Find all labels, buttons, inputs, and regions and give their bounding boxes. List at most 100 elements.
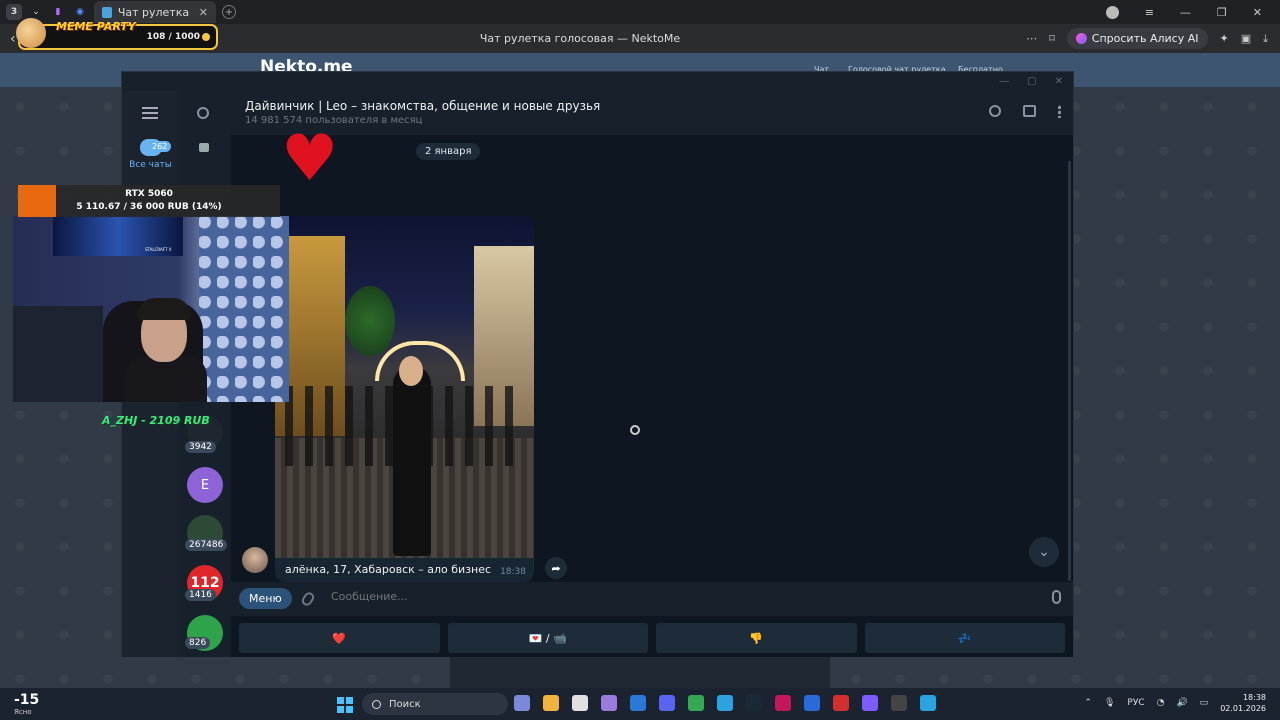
heart-sticker-icon: ♥ [281,122,339,196]
folder-label: Все чаты [129,160,172,170]
twitch-tab-icon[interactable]: ▮ [50,4,66,20]
unread-count: 3942 [185,441,216,453]
close-tab-icon[interactable]: ✕ [199,6,208,19]
language-indicator[interactable]: РУС [1127,698,1144,708]
chat-header-actions [989,105,1061,118]
extensions-icon[interactable]: ✦ [1220,32,1229,45]
keyboard-button-like[interactable]: ❤️ [239,623,440,653]
poster-text: STALCRAFT X [145,247,172,252]
bot-menu-button[interactable]: Меню [239,588,292,609]
taskbar-app-icon[interactable] [688,695,704,711]
coin-icon [202,33,210,41]
taskbar-app-icon[interactable] [833,695,849,711]
clock[interactable]: 18:38 02.01.2026 [1220,692,1266,714]
scroll-down-icon[interactable]: ⌄ [1029,537,1059,567]
taskbar-app-icon[interactable] [630,695,646,711]
microphone-icon[interactable] [1052,590,1061,604]
volume-icon[interactable]: 🔊 [1176,698,1187,708]
network-icon[interactable]: ◔ [1157,698,1165,708]
options-icon[interactable]: ≡ [1145,6,1154,19]
close-window-icon[interactable]: ✕ [1253,6,1262,19]
taskbar-app-icon[interactable] [891,695,907,711]
message-time: 18:38 [500,567,526,577]
chevron-up-icon[interactable]: ⌃ [1084,698,1092,708]
tab-favicon-icon [102,6,112,18]
taskbar-app-icon[interactable] [717,695,733,711]
folder-all-chats[interactable]: 262 Все чаты [122,139,179,170]
desk-area [13,306,103,402]
archive-icon[interactable] [199,143,209,152]
close-icon[interactable]: ✕ [1055,76,1063,87]
more-vertical-icon[interactable] [1058,105,1061,118]
taskbar-app-icon[interactable] [601,695,617,711]
microphone-icon[interactable]: 🎙 [1104,698,1115,708]
loading-indicator-icon [630,425,640,435]
site-footer-block [450,657,830,688]
collections-icon[interactable]: ▣ [1241,32,1251,45]
person-hair [137,298,191,320]
scrollbar[interactable] [1068,161,1071,581]
message-photo[interactable] [275,216,534,558]
chat-title[interactable]: Дайвинчик | Leo – знакомства, общение и … [245,99,600,113]
menu-icon[interactable] [142,107,158,119]
keyboard-button-sleep[interactable]: 💤 [864,623,1065,653]
clock-time: 18:38 [1242,693,1266,702]
bot-keyboard: ❤️ 💌 / 📹 👎 💤 [239,623,1065,653]
battery-icon[interactable]: ▭ [1200,698,1209,708]
maximize-icon[interactable]: ▢ [1027,76,1036,87]
date-separator: 2 января [416,143,481,160]
windows-start-icon[interactable] [337,697,353,713]
system-tray: ⌃ 🎙 РУС ◔ 🔊 ▭ 18:38 02.01.2026 [1084,692,1266,714]
person-shirt [125,356,207,402]
attach-icon[interactable] [299,590,317,608]
message-input[interactable] [331,590,931,603]
tab-title: Чат рулетка голосовая [117,5,193,19]
new-tab-button[interactable]: + [222,5,236,19]
photo-person [393,366,431,556]
top-donor-label: A_ZHJ - 2109 RUB [102,414,210,427]
taskbar-app-icon[interactable] [543,695,559,711]
meme-party-widget: MEME PARTY 108 / 1000 [16,18,218,50]
pinned-tab-icon[interactable]: ◉ [72,4,88,20]
unread-badge: 262 [148,141,172,152]
windows-taskbar: -15 Ясно Поиск ⌃ 🎙 РУС ◔ 🔊 ▭ 18:38 02.01… [0,688,1280,720]
unread-count: 267486 [185,539,228,551]
doge-icon [16,18,46,48]
download-icon[interactable]: ⤓ [1263,32,1268,46]
clock-date: 02.01.2026 [1220,704,1266,713]
forward-icon[interactable]: ➦ [545,557,567,579]
message-caption: алёнка, 17, Хабаровск – ало бизнес [285,563,492,576]
webcam-overlay: STALCRAFT X [13,216,289,402]
taskbar-app-icon[interactable] [862,695,878,711]
taskbar-app-icon[interactable] [920,695,936,711]
taskbar-app-icon[interactable] [514,695,530,711]
taskbar-app-icon[interactable] [804,695,820,711]
workspace-badge[interactable]: 3 [6,4,22,20]
minimize-icon[interactable]: — [999,76,1009,87]
window-controls: ≡ — ❐ ✕ [1105,5,1280,19]
weather-widget[interactable]: -15 Ясно [14,692,54,716]
taskbar-search[interactable]: Поиск [362,693,508,715]
taskbar-app-icon[interactable] [775,695,791,711]
restore-icon[interactable]: ❐ [1217,6,1227,19]
search-icon[interactable] [197,107,209,119]
keyboard-button-dislike[interactable]: 👎 [656,623,857,653]
chat-header: Дайвинчик | Leo – знакомства, общение и … [231,91,1073,135]
telegram-titlebar: — ▢ ✕ [122,72,1073,91]
sender-avatar[interactable] [242,547,268,573]
taskbar-app-icon[interactable] [659,695,675,711]
chat-list-item[interactable]: E [187,467,223,503]
keyboard-button-message-video[interactable]: 💌 / 📹 [447,623,648,653]
photo-tree [345,286,395,356]
taskbar-search-placeholder: Поиск [389,698,421,710]
profile-avatar-icon[interactable] [1105,5,1119,19]
donation-goal-widget: RTX 5060 5 110.67 / 36 000 RUB (14%) [18,185,280,217]
search-icon[interactable] [989,105,1001,117]
meme-party-title: MEME PARTY [56,20,136,33]
sidebar-toggle-icon[interactable] [1023,105,1036,117]
minimize-icon[interactable]: — [1180,6,1191,19]
chat-view: Дайвинчик | Leo – знакомства, общение и … [231,91,1073,657]
taskbar-app-icon[interactable] [746,695,762,711]
message-composer: Меню [231,582,1073,616]
taskbar-app-icon[interactable] [572,695,588,711]
